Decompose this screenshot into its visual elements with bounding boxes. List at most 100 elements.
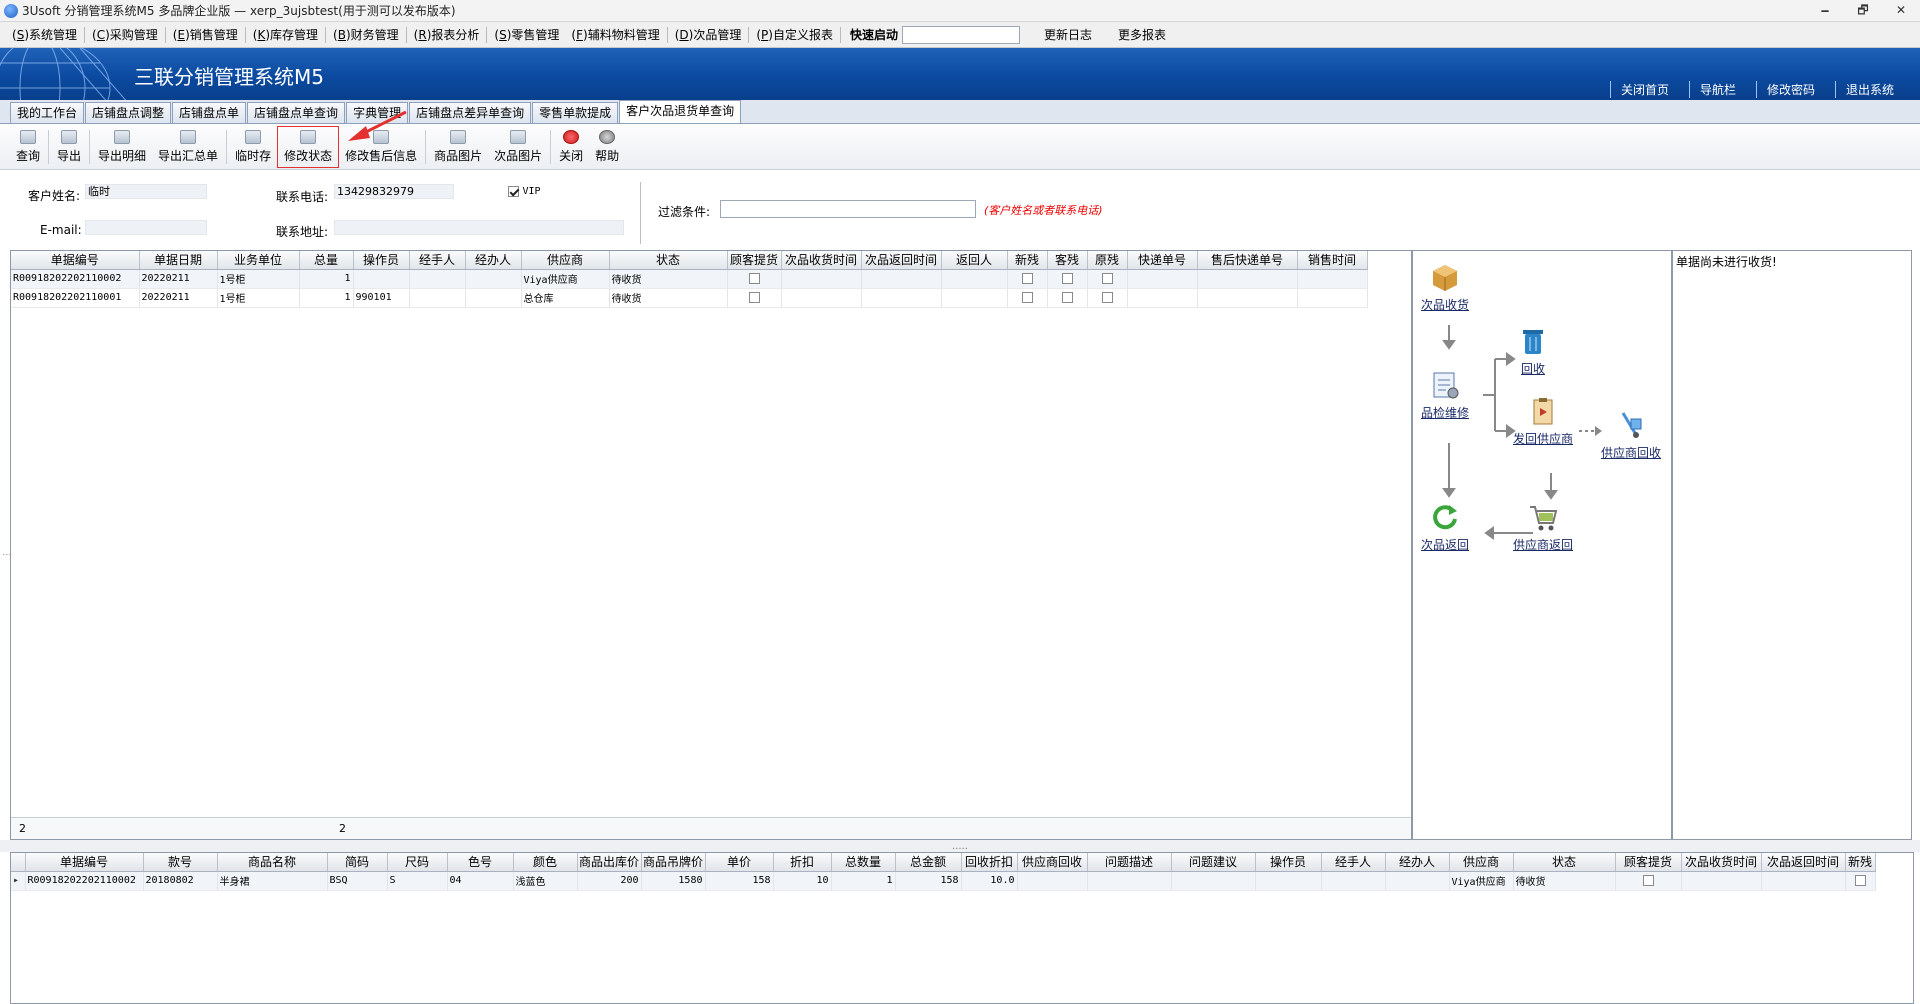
col-header[interactable]: 简码 xyxy=(327,853,388,872)
col-header[interactable]: 新残 xyxy=(1845,853,1876,872)
filter-input[interactable] xyxy=(720,200,976,218)
export-button[interactable]: 导出 xyxy=(51,126,87,168)
col-header[interactable]: 回收折扣 xyxy=(961,853,1018,872)
phone-field[interactable]: 13429832979 xyxy=(334,184,454,199)
minimize-icon[interactable]: 🗕 xyxy=(1816,2,1834,18)
col-header[interactable]: 经手人 xyxy=(409,251,466,270)
query-button[interactable]: 查询 xyxy=(10,126,46,168)
col-header[interactable]: 供应商回收 xyxy=(1017,853,1088,872)
flow-node-supplier-recycle[interactable]: 供应商回收 xyxy=(1601,409,1661,461)
defect-image-button[interactable]: 次品图片 xyxy=(488,126,548,168)
col-header[interactable]: 单价 xyxy=(705,853,774,872)
col-header[interactable]: 问题建议 xyxy=(1171,853,1256,872)
menu-inventory[interactable]: (K)库存管理 xyxy=(247,26,324,43)
tab-store-count-query[interactable]: 店铺盘点单查询 xyxy=(247,102,346,123)
col-header[interactable]: 商品吊牌价 xyxy=(641,853,706,872)
close-window-icon[interactable]: ✕ xyxy=(1892,2,1910,18)
new-defect-checkbox[interactable] xyxy=(1021,272,1033,284)
col-header[interactable]: 客残 xyxy=(1047,251,1088,270)
col-header[interactable]: 折扣 xyxy=(773,853,832,872)
flow-node-receive[interactable]: 次品收货 xyxy=(1421,261,1469,313)
new-defect-checkbox[interactable] xyxy=(1021,291,1033,303)
customer-defect-checkbox[interactable] xyxy=(1061,291,1073,303)
col-header[interactable]: 操作员 xyxy=(1255,853,1322,872)
menu-retail[interactable]: (S)零售管理 xyxy=(488,26,565,43)
col-header[interactable]: 供应商 xyxy=(521,251,610,270)
col-header[interactable]: 单据编号 xyxy=(11,251,140,270)
export-summary-button[interactable]: 导出汇总单 xyxy=(152,126,224,168)
customer-pickup-checkbox[interactable] xyxy=(748,272,760,284)
table-row[interactable]: R00918202202110002 20220211 1号柜 1 Viya供应… xyxy=(11,269,1368,289)
col-header[interactable]: 业务单位 xyxy=(217,251,300,270)
tab-store-count[interactable]: 店铺盘点单 xyxy=(172,102,247,123)
product-image-button[interactable]: 商品图片 xyxy=(428,126,488,168)
export-detail-button[interactable]: 导出明细 xyxy=(92,126,152,168)
col-header[interactable]: 颜色 xyxy=(513,853,578,872)
col-header[interactable]: 色号 xyxy=(447,853,514,872)
col-header[interactable]: 顾客提货 xyxy=(727,251,782,270)
col-header[interactable]: 顾客提货 xyxy=(1615,853,1682,872)
col-header[interactable]: 总金额 xyxy=(895,853,962,872)
col-header[interactable]: 快递单号 xyxy=(1127,251,1198,270)
col-header[interactable]: 总量 xyxy=(299,251,354,270)
menu-purchase[interactable]: (C)采购管理 xyxy=(86,26,164,43)
col-header[interactable]: 款号 xyxy=(143,853,218,872)
original-defect-checkbox[interactable] xyxy=(1101,291,1113,303)
col-header[interactable]: 经办人 xyxy=(465,251,522,270)
flow-node-return[interactable]: 次品返回 xyxy=(1421,501,1469,553)
table-row[interactable]: ▸ R00918202202110002 20180802 半身裙 BSQ S … xyxy=(11,871,1876,891)
col-header[interactable]: 销售时间 xyxy=(1297,251,1368,270)
modify-status-button[interactable]: 修改状态 xyxy=(277,125,340,168)
menu-custom-reports[interactable]: (P)自定义报表 xyxy=(750,26,839,43)
original-defect-checkbox[interactable] xyxy=(1101,272,1113,284)
col-header[interactable]: 次品返回时间 xyxy=(1761,853,1846,872)
col-header[interactable]: 售后快递单号 xyxy=(1197,251,1298,270)
col-header[interactable]: 经手人 xyxy=(1321,853,1386,872)
flow-node-supplier-return[interactable]: 供应商返回 xyxy=(1513,501,1573,553)
vip-checkbox[interactable] xyxy=(508,185,519,197)
close-button[interactable]: 关闭 xyxy=(553,126,589,168)
vip-checkbox-wrap[interactable]: VIP xyxy=(508,184,541,197)
col-header[interactable]: 次品收货时间 xyxy=(781,251,862,270)
col-header[interactable]: 总数量 xyxy=(831,853,896,872)
customer-name-field[interactable]: 临时 xyxy=(85,184,207,199)
col-header[interactable]: 状态 xyxy=(1513,853,1616,872)
menu-more-reports[interactable]: 更多报表 xyxy=(1112,26,1172,43)
tab-store-count-diff-query[interactable]: 店铺盘点差异单查询 xyxy=(409,102,532,123)
menu-defects[interactable]: (D)次品管理 xyxy=(669,26,748,43)
col-header[interactable]: 返回人 xyxy=(941,251,1008,270)
help-button[interactable]: 帮助 xyxy=(589,126,625,168)
quick-launch-input[interactable] xyxy=(902,25,1021,44)
menu-reports[interactable]: (R)报表分析 xyxy=(408,26,486,43)
tab-retail-commission[interactable]: 零售单款提成 xyxy=(532,102,619,123)
col-header[interactable]: 商品名称 xyxy=(217,853,328,872)
menu-finance[interactable]: (B)财务管理 xyxy=(327,26,405,43)
tab-store-count-adjust[interactable]: 店铺盘点调整 xyxy=(85,102,172,123)
email-field[interactable] xyxy=(85,220,207,235)
left-splitter-handle[interactable]: ⋮ xyxy=(1,550,11,559)
customer-pickup-checkbox[interactable] xyxy=(1642,874,1654,886)
col-header[interactable]: 问题描述 xyxy=(1087,853,1172,872)
close-home-link[interactable]: 关闭首页 xyxy=(1609,81,1685,98)
customer-defect-checkbox[interactable] xyxy=(1061,272,1073,284)
tab-customer-defect-return-query[interactable]: 客户次品退货单查询 xyxy=(619,100,742,123)
menu-sales[interactable]: (E)销售管理 xyxy=(167,26,244,43)
tab-workbench[interactable]: 我的工作台 xyxy=(10,102,85,123)
col-header[interactable]: 次品收货时间 xyxy=(1681,853,1762,872)
change-password-link[interactable]: 修改密码 xyxy=(1755,81,1831,98)
exit-system-link[interactable]: 退出系统 xyxy=(1834,81,1910,98)
restore-icon[interactable]: 🗗 xyxy=(1854,2,1872,18)
flow-node-inspect[interactable]: 品检维修 xyxy=(1421,369,1469,421)
col-header[interactable]: 商品出库价 xyxy=(577,853,642,872)
col-header[interactable]: 新残 xyxy=(1007,251,1048,270)
address-field[interactable] xyxy=(334,220,624,235)
customer-pickup-checkbox[interactable] xyxy=(748,291,760,303)
new-defect-checkbox[interactable] xyxy=(1854,874,1866,886)
col-header[interactable]: 原残 xyxy=(1087,251,1128,270)
menu-changelog[interactable]: 更新日志 xyxy=(1038,26,1098,43)
panel-splitter[interactable]: ..... xyxy=(0,840,1920,852)
col-header[interactable]: 单据日期 xyxy=(139,251,218,270)
col-header[interactable]: 操作员 xyxy=(353,251,410,270)
col-header[interactable]: 供应商 xyxy=(1449,853,1514,872)
menu-materials[interactable]: (F)辅料物料管理 xyxy=(565,26,665,43)
